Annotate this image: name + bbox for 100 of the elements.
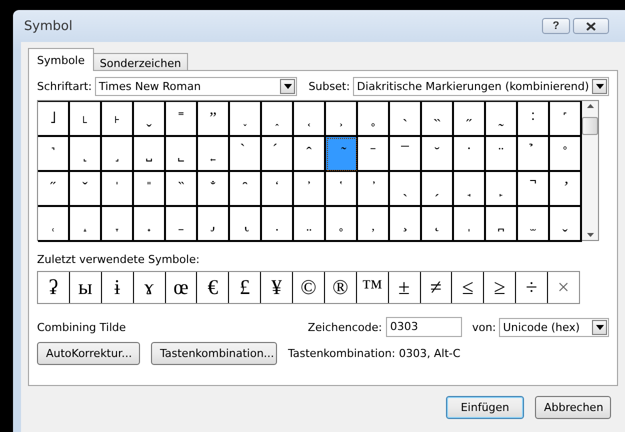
symbol-cell[interactable]: ˬ [134, 102, 166, 137]
symbol-cell[interactable]: ̘ [454, 172, 486, 207]
window-title: Symbol [23, 18, 74, 34]
cancel-button[interactable]: Abbrechen [535, 396, 611, 419]
dropdown-button[interactable] [592, 320, 607, 334]
help-button[interactable]: ? [542, 18, 570, 34]
symbol-cell[interactable]: ̙ [486, 172, 518, 207]
symbol-cell[interactable]: ̢ [230, 207, 262, 242]
symbol-cell[interactable]: ̡ [198, 207, 230, 242]
close-button[interactable] [573, 18, 609, 34]
symbol-cell[interactable]: ̎ [134, 172, 166, 207]
symbol-cell[interactable]: ˴ [390, 102, 422, 137]
symbol-cell[interactable]: ̆ [422, 137, 454, 172]
symbol-cell[interactable]: ̕ [358, 172, 390, 207]
recent-symbol[interactable]: × [548, 272, 579, 303]
symbol-cell[interactable]: ̫ [518, 207, 550, 242]
subset-dropdown[interactable]: Diakritische Markierungen (kombinierend) [352, 77, 609, 96]
symbol-cell[interactable]: ̚ [518, 172, 550, 207]
scroll-down-icon[interactable] [586, 233, 594, 237]
symbol-cell[interactable]: ̓ [294, 172, 326, 207]
symbol-cell[interactable]: ˺ [38, 137, 70, 172]
tab[interactable]: Symbole [28, 48, 94, 71]
dropdown-button[interactable] [592, 79, 607, 94]
symbol-cell[interactable]: ̗ [422, 172, 454, 207]
caret-icon [596, 84, 604, 89]
symbol-cell[interactable]: ̜ [38, 207, 70, 242]
symbol-cell[interactable]: ˭ [166, 102, 198, 137]
caret-icon [596, 324, 604, 330]
symbol-cell[interactable]: ̈ [486, 137, 518, 172]
symbol-cell[interactable]: ̞ [102, 207, 134, 242]
symbol-cell[interactable]: ̇ [454, 137, 486, 172]
symbol-cell[interactable]: ̐ [198, 172, 230, 207]
character-name: Combining Tilde [37, 320, 127, 334]
symbol-cell[interactable]: ˽ [134, 137, 166, 172]
font-dropdown[interactable]: Times New Roman [94, 77, 298, 96]
symbol-cell[interactable]: ̊ [550, 137, 582, 172]
shortcut-text: Tastenkombination: 0303, Alt-C [288, 347, 460, 360]
scroll-up-icon[interactable] [586, 104, 594, 108]
caret-icon [284, 84, 292, 89]
symbol-cell[interactable]: ˲ [326, 102, 358, 137]
symbol-cell[interactable]: ̂ [294, 137, 326, 172]
close-icon [586, 22, 596, 30]
scroll-thumb[interactable] [582, 116, 598, 134]
symbol-cell[interactable]: ̒ [262, 172, 294, 207]
symbol-cell[interactable]: ˩ [38, 102, 70, 137]
recent-symbols-label: Zuletzt verwendete Symbole: [37, 253, 201, 266]
symbol-cell[interactable]: ˳ [358, 102, 390, 137]
tab[interactable]: Sonderzeichen [92, 53, 188, 70]
symbol-cell[interactable]: ̣ [262, 207, 294, 242]
symbol-cell[interactable]: ˸ [518, 102, 550, 137]
symbol-cell[interactable]: ˪ [70, 102, 102, 137]
code-label: Zeichencode: [308, 320, 382, 334]
from-dropdown[interactable]: Unicode (hex) [499, 318, 609, 336]
symbol-cell[interactable]: ̨ [422, 207, 454, 242]
symbol-cell[interactable]: ̟ [134, 207, 166, 242]
from-label: von: [472, 320, 496, 334]
symbol-cell[interactable]: ̤ [294, 207, 326, 242]
symbol-cell[interactable]: ˯ [230, 102, 262, 137]
symbol-cell[interactable]: ˫ [102, 102, 134, 137]
symbol-cell[interactable]: ̠ [166, 207, 198, 242]
subset-label: Subset: [308, 80, 350, 93]
symbol-cell[interactable]: ˮ [198, 102, 230, 137]
code-field[interactable]: 0303 [386, 317, 462, 337]
symbol-cell[interactable]: ̪ [486, 207, 518, 242]
symbol-cell[interactable]: ̦ [358, 207, 390, 242]
symbol-cell[interactable]: ́ [262, 137, 294, 172]
symbol-cell[interactable]: ̔ [326, 172, 358, 207]
dropdown-button[interactable] [280, 79, 296, 94]
scrollbar[interactable] [582, 101, 598, 240]
insert-button[interactable]: Einfügen [446, 396, 524, 419]
symbol-cell[interactable]: ̄ [358, 137, 390, 172]
symbol-cell[interactable]: ˾ [166, 137, 198, 172]
symbol-cell[interactable]: ˼ [102, 137, 134, 172]
symbol-cell[interactable]: ̝ [70, 207, 102, 242]
symbol-cell[interactable]: ̛ [550, 172, 582, 207]
symbol-cell[interactable]: ˷ [486, 102, 518, 137]
symbol-cell[interactable]: ˹ [550, 102, 582, 137]
symbol-cell[interactable]: ̃ [326, 137, 358, 172]
autocorrect-button[interactable]: AutoKorrektur... [37, 342, 140, 365]
symbol-cell[interactable]: ̍ [102, 172, 134, 207]
symbol-cell[interactable]: ˿ [198, 137, 230, 172]
symbol-cell[interactable]: ̉ [518, 137, 550, 172]
symbol-cell[interactable]: ̌ [70, 172, 102, 207]
symbol-cell[interactable]: ̏ [166, 172, 198, 207]
symbol-cell[interactable]: ̅ [390, 137, 422, 172]
symbol-cell[interactable]: ̀ [230, 137, 262, 172]
symbol-cell[interactable]: ˱ [294, 102, 326, 137]
font-label: Schriftart: [37, 80, 92, 93]
symbol-cell[interactable]: ˵ [422, 102, 454, 137]
symbol-cell[interactable]: ˶ [454, 102, 486, 137]
symbol-cell[interactable]: ̑ [230, 172, 262, 207]
symbol-cell[interactable]: ̥ [326, 207, 358, 242]
symbol-cell[interactable]: ̋ [38, 172, 70, 207]
symbol-cell[interactable]: ˰ [262, 102, 294, 137]
symbol-cell[interactable]: ̬ [550, 207, 582, 242]
symbol-cell[interactable]: ˻ [70, 137, 102, 172]
symbol-cell[interactable]: ̖ [390, 172, 422, 207]
symbol-cell[interactable]: ̧ [390, 207, 422, 242]
symbol-cell[interactable]: ̩ [454, 207, 486, 242]
shortcut-button[interactable]: Tastenkombination... [151, 342, 277, 365]
